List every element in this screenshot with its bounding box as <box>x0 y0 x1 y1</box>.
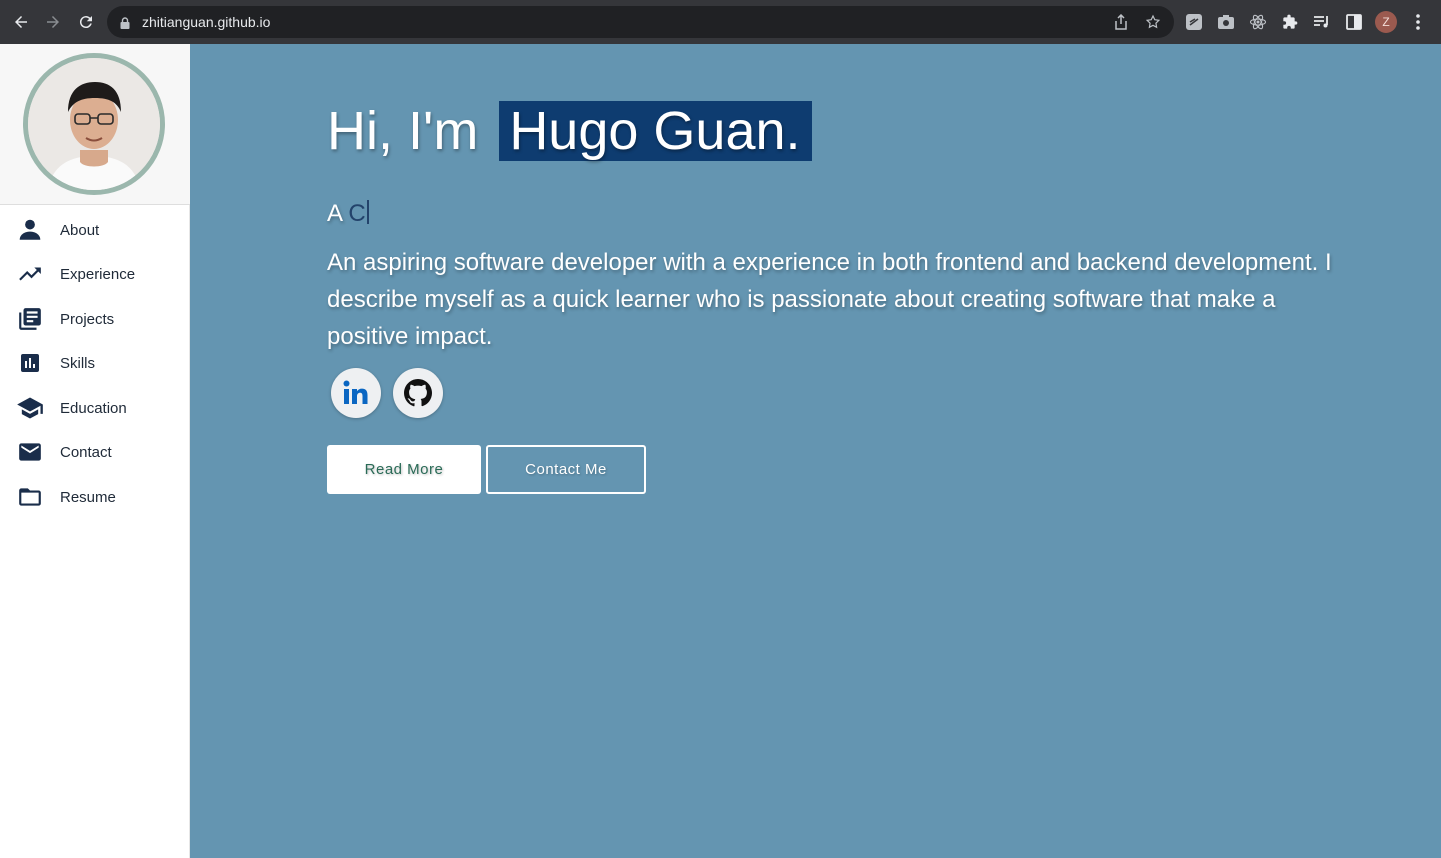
sidebar-item-contact[interactable]: Contact <box>0 430 190 474</box>
trending-up-icon <box>16 260 44 288</box>
hero-title: Hi, I'm Hugo Guan. <box>327 100 812 162</box>
sidebar-item-label: Education <box>60 399 127 417</box>
sidebar-item-label: Skills <box>60 354 96 372</box>
back-icon[interactable] <box>9 10 33 34</box>
sidebar-item-label: About <box>60 221 100 239</box>
hero-greeting: Hi, I'm <box>327 101 479 161</box>
read-more-button[interactable]: Read More <box>327 445 481 494</box>
sidebar-item-resume[interactable]: Resume <box>0 475 190 519</box>
url-text[interactable]: zhitianguan.github.io <box>142 13 270 31</box>
reload-icon[interactable] <box>74 10 98 34</box>
puzzle-icon[interactable] <box>1280 12 1300 32</box>
typed-text: C <box>348 200 366 227</box>
typed-prefix: A <box>327 200 349 227</box>
sidebar-item-label: Contact <box>60 443 112 461</box>
linkedin-icon[interactable] <box>331 368 381 418</box>
github-icon[interactable] <box>393 368 443 418</box>
browser-toolbar: zhitianguan.github.io Z <box>0 0 1441 44</box>
lock-icon[interactable] <box>120 16 130 34</box>
typing-cursor <box>366 200 369 224</box>
sidebar-item-label: Experience <box>60 265 136 283</box>
forward-icon[interactable] <box>41 10 65 34</box>
sidebar-item-projects[interactable]: Projects <box>0 297 190 341</box>
menu-dots-icon[interactable] <box>1408 12 1428 32</box>
extension-icon[interactable] <box>1184 12 1204 32</box>
sidebar-item-about[interactable]: About <box>0 208 190 252</box>
graduation-cap-icon <box>16 394 44 422</box>
sidebar-item-label: Resume <box>60 488 116 506</box>
mail-icon <box>16 438 44 466</box>
folder-icon <box>16 483 44 511</box>
sidebar-item-label: Projects <box>60 310 115 328</box>
address-bar[interactable]: zhitianguan.github.io <box>107 6 1174 38</box>
sidebar-item-experience[interactable]: Experience <box>0 252 190 296</box>
media-queue-icon[interactable] <box>1312 12 1332 32</box>
sidebar-item-education[interactable]: Education <box>0 386 190 430</box>
hero-section: Hi, I'm Hugo Guan. A C An aspiring softw… <box>190 44 1441 858</box>
side-panel-icon[interactable] <box>1344 12 1364 32</box>
bio-text: An aspiring software developer with a ex… <box>327 249 1332 350</box>
person-icon <box>16 216 44 244</box>
bookmark-star-icon[interactable] <box>1144 13 1162 31</box>
share-icon[interactable] <box>1112 13 1130 31</box>
bar-chart-icon <box>16 349 44 377</box>
sidebar-item-skills[interactable]: Skills <box>0 341 190 385</box>
profile-header <box>0 44 190 205</box>
hero-name: Hugo Guan. <box>499 101 812 161</box>
library-books-icon <box>16 305 44 333</box>
sidebar: About Experience Projects Skills Educati… <box>0 44 190 858</box>
typed-tagline: A C <box>327 200 369 228</box>
react-devtools-icon[interactable] <box>1248 12 1268 32</box>
contact-me-button[interactable]: Contact Me <box>486 445 646 494</box>
camera-extension-icon[interactable] <box>1216 12 1236 32</box>
avatar <box>23 53 165 195</box>
profile-avatar[interactable]: Z <box>1375 11 1397 33</box>
